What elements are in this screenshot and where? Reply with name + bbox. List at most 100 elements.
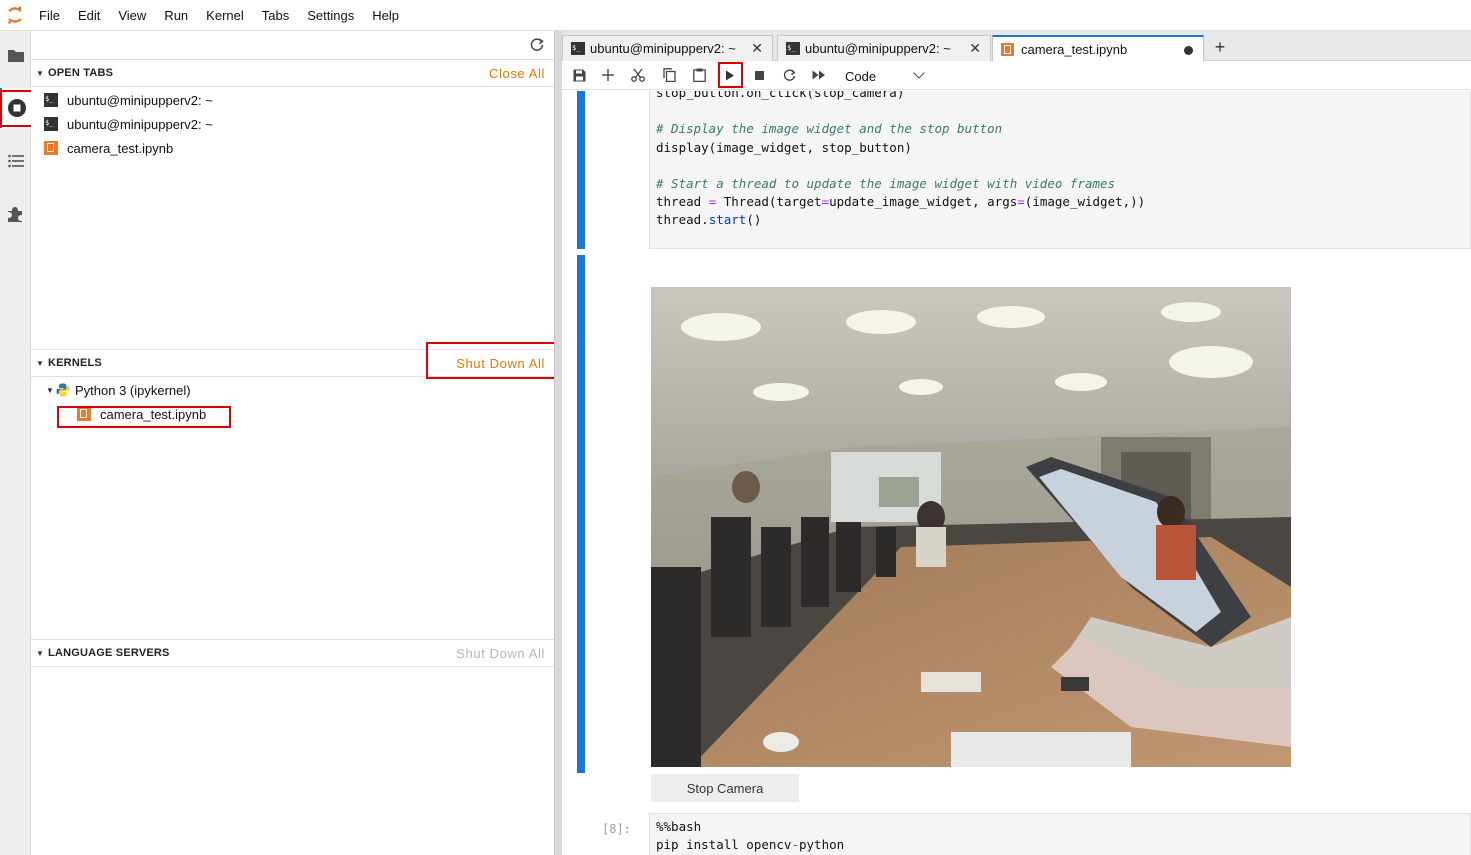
running-icon [7,99,26,117]
code-method: start [708,212,747,228]
refresh-icon[interactable] [529,37,545,53]
running-sessions-panel: ▼ OPEN TABS Close All $_ ubuntu@minipupp… [31,31,555,855]
code-token: thread [656,194,709,210]
restart-icon [783,68,795,81]
tab-terminal-2[interactable]: $_ ubuntu@minipupperv2: ~ ✕ [777,35,991,61]
fast-forward-icon [812,70,825,80]
caret-down-icon: ▼ [36,358,44,368]
open-tab-label: ubuntu@minipupperv2: ~ [67,92,213,108]
stop-icon [754,70,764,80]
open-tab-item[interactable]: camera_test.ipynb [44,136,173,160]
extension-manager-button[interactable] [0,194,31,234]
code-operator: = [821,194,830,210]
menu-settings[interactable]: Settings [298,0,363,31]
cell-type-select[interactable]: Code [845,66,925,86]
paste-button[interactable] [688,65,710,85]
document-tab-bar: $_ ubuntu@minipupperv2: ~ ✕ $_ ubuntu@mi… [562,31,1471,62]
open-tabs-title: OPEN TABS [48,67,114,79]
code-token: python [799,837,845,853]
jupyter-logo-icon [0,0,30,31]
main-area: $_ ubuntu@minipupperv2: ~ ✕ $_ ubuntu@mi… [562,31,1471,855]
shut-down-all-servers-button[interactable]: Shut Down All [456,646,545,661]
kernel-session-item[interactable]: camera_test.ipynb [77,402,206,426]
code-line: %%bash [656,819,702,834]
notebook-icon [1001,43,1014,56]
close-icon[interactable]: ✕ [969,40,981,57]
panel-splitter[interactable] [554,31,562,855]
tab-label: camera_test.ipynb [1021,42,1128,57]
stop-camera-button[interactable]: Stop Camera [651,774,799,802]
open-tabs-section-header[interactable]: ▼ OPEN TABS Close All [31,59,555,87]
running-sessions-button[interactable] [0,88,31,128]
tab-terminal-1[interactable]: $_ ubuntu@minipupperv2: ~ ✕ [562,35,773,61]
folder-icon [7,49,24,62]
menu-kernel[interactable]: Kernel [197,0,253,31]
cut-button[interactable] [627,65,649,85]
restart-kernel-button[interactable] [778,65,800,85]
menu-run[interactable]: Run [155,0,197,31]
python-icon [56,383,70,397]
menu-view[interactable]: View [109,0,155,31]
output-cell-indicator[interactable] [577,255,585,773]
terminal-icon: $_ [571,42,585,55]
menu-edit[interactable]: Edit [69,0,109,31]
active-cell-indicator[interactable] [577,91,585,249]
open-tab-label: ubuntu@minipupperv2: ~ [67,116,213,132]
caret-down-icon: ▼ [36,68,44,78]
code-line: stop_button.on_click(stop_camera) [656,91,905,100]
kernel-session-label: camera_test.ipynb [100,406,207,422]
notebook-icon [77,407,91,421]
terminal-icon: $_ [44,93,58,107]
chevron-down-icon [913,67,925,79]
code-token: update_image_widget, args [829,194,1018,210]
close-icon[interactable]: ✕ [751,40,763,57]
tab-camera-notebook[interactable]: camera_test.ipynb [992,35,1204,62]
run-cell-button[interactable] [719,65,741,85]
code-operator: = [1017,194,1025,210]
new-launcher-button[interactable]: + [1208,36,1232,60]
table-of-contents-button[interactable] [0,141,31,181]
camera-frame-image [651,287,1291,767]
extension-icon [8,206,22,222]
language-servers-title: LANGUAGE SERVERS [48,647,170,659]
terminal-icon: $_ [786,42,800,55]
kernels-title: KERNELS [48,357,102,369]
kernel-name: Python 3 (ipykernel) [75,382,191,398]
notebook-icon [44,141,58,155]
shut-down-all-kernels-button[interactable]: Shut Down All [456,356,545,371]
save-button[interactable] [568,65,590,85]
file-browser-button[interactable] [0,35,31,75]
execution-count: [8]: [602,822,631,836]
open-tab-item[interactable]: $_ ubuntu@minipupperv2: ~ [44,88,213,112]
code-token: Thread(target [716,194,822,210]
menu-tabs[interactable]: Tabs [253,0,298,31]
menu-file[interactable]: File [30,0,69,31]
open-tab-item[interactable]: $_ ubuntu@minipupperv2: ~ [44,112,213,136]
interrupt-kernel-button[interactable] [748,65,770,85]
copy-button[interactable] [658,65,680,85]
cut-icon [631,68,645,82]
menu-help[interactable]: Help [363,0,408,31]
menu-bar: File Edit View Run Kernel Tabs Settings … [0,0,1471,31]
toc-icon [7,154,24,168]
code-cell-editor[interactable]: %%bash pip install opencv-python [649,813,1471,855]
insert-cell-button[interactable] [597,65,619,85]
code-token: pip install opencv [656,837,792,853]
kernel-item[interactable]: ▼ Python 3 (ipykernel) [46,378,191,402]
paste-icon [692,68,706,82]
close-all-button[interactable]: Close All [489,66,545,81]
code-line: display(image_widget, stop_button) [656,139,912,155]
tab-label: ubuntu@minipupperv2: ~ [805,41,951,56]
unsaved-dot-icon[interactable] [1184,46,1193,55]
code-token: () [746,212,762,228]
restart-run-all-button[interactable] [808,65,830,85]
caret-down-icon: ▼ [46,385,54,395]
copy-icon [662,68,676,82]
language-servers-section-header[interactable]: ▼ LANGUAGE SERVERS Shut Down All [31,639,555,667]
code-comment: # Start a thread to update the image wid… [656,176,1116,192]
code-cell-editor[interactable]: stop_button.on_click(stop_camera) # Disp… [649,91,1471,249]
caret-down-icon: ▼ [36,648,44,658]
kernels-section-header[interactable]: ▼ KERNELS Shut Down All [31,349,555,377]
code-token: thread. [656,212,709,228]
tab-label: ubuntu@minipupperv2: ~ [590,41,736,56]
